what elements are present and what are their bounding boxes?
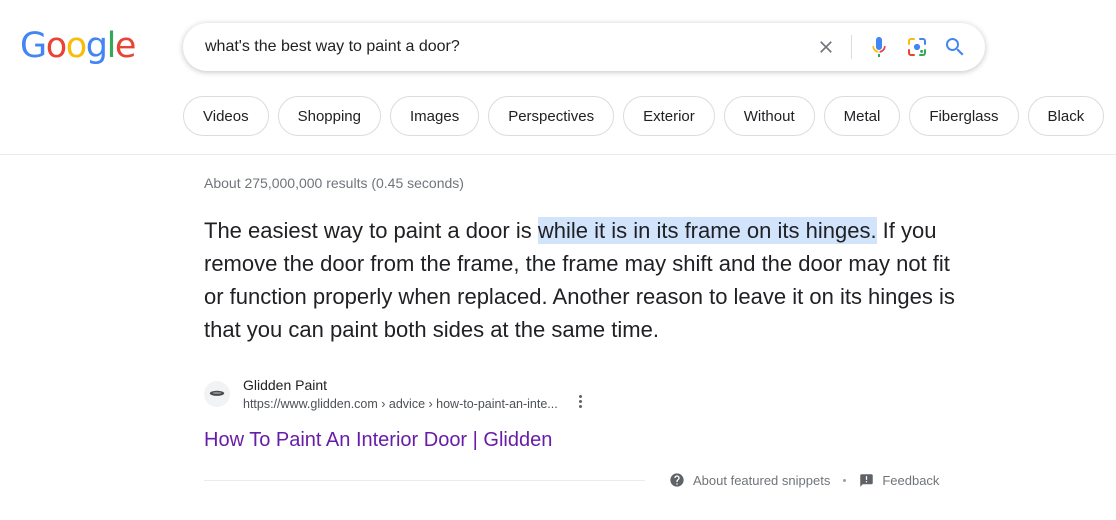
search-box[interactable] — [183, 23, 985, 71]
search-icon — [946, 38, 964, 56]
logo-letter-g1: G — [20, 26, 47, 66]
snippet-source: Glidden Paint https://www.glidden.com › … — [204, 375, 1116, 413]
logo-letter-e: e — [114, 26, 137, 66]
logo-letter-l: l — [106, 26, 117, 66]
search-divider — [851, 35, 852, 59]
footer-links: About featured snippets Feedback — [669, 472, 939, 488]
snippet-highlight: while it is in its frame on its hinges. — [537, 217, 877, 244]
search-input[interactable] — [184, 25, 809, 69]
favicon-glyph — [209, 390, 225, 397]
source-text-block: Glidden Paint https://www.glidden.com › … — [243, 375, 558, 413]
chip-black[interactable]: Black — [1027, 96, 1105, 136]
glidden-favicon — [204, 381, 230, 407]
clear-search-button[interactable] — [809, 30, 843, 64]
logo-letter-g2: g — [85, 26, 108, 66]
microphone-icon — [872, 37, 886, 57]
chip-metal[interactable]: Metal — [823, 96, 901, 136]
chip-exterior[interactable]: Exterior — [623, 96, 715, 136]
google-logo[interactable]: Google — [20, 26, 137, 66]
search-header: Google what's the best way to paint a do… — [0, 0, 1116, 155]
about-featured-snippets-link[interactable]: About featured snippets — [669, 472, 830, 488]
help-circle-icon — [670, 473, 684, 487]
feedback-label: Feedback — [882, 472, 940, 488]
google-lens-icon — [908, 38, 926, 56]
logo-letter-o2: o — [65, 26, 87, 66]
voice-search-button[interactable] — [860, 28, 898, 66]
feedback-flag-icon — [860, 473, 874, 487]
search-submit-button[interactable] — [936, 28, 974, 66]
chip-perspectives[interactable]: Perspectives — [488, 96, 615, 136]
feedback-link[interactable]: Feedback — [859, 473, 939, 488]
featured-snippet-text: The easiest way to paint a door is while… — [204, 214, 964, 346]
filter-chips: Videos Shopping Images Perspectives Exte… — [183, 96, 1105, 136]
chip-without[interactable]: Without — [723, 96, 815, 136]
search-results-main: About 275,000,000 results (0.45 seconds)… — [0, 174, 1116, 453]
chip-images[interactable]: Images — [390, 96, 480, 136]
result-stats: About 275,000,000 results (0.45 seconds) — [204, 175, 464, 191]
snippet-footer: About featured snippets Feedback — [204, 472, 986, 488]
close-icon — [820, 41, 832, 53]
source-name: Glidden Paint — [243, 377, 328, 393]
snippet-text-before: The easiest way to paint a door is — [204, 218, 538, 243]
chip-fiberglass[interactable]: Fiberglass — [909, 96, 1019, 136]
three-dot-menu-icon — [579, 394, 583, 409]
result-options-button[interactable] — [570, 390, 592, 412]
chip-videos[interactable]: Videos — [183, 96, 269, 136]
about-featured-snippets-label: About featured snippets — [693, 472, 831, 488]
chip-shopping[interactable]: Shopping — [277, 96, 381, 136]
footer-separator-dot — [843, 478, 847, 482]
footer-divider — [204, 479, 645, 481]
source-url: https://www.glidden.com › advice › how-t… — [243, 397, 558, 411]
result-title-link[interactable]: How To Paint An Interior Door | Glidden — [204, 427, 552, 453]
google-lens-button[interactable] — [898, 28, 936, 66]
logo-letter-o1: o — [45, 26, 67, 66]
